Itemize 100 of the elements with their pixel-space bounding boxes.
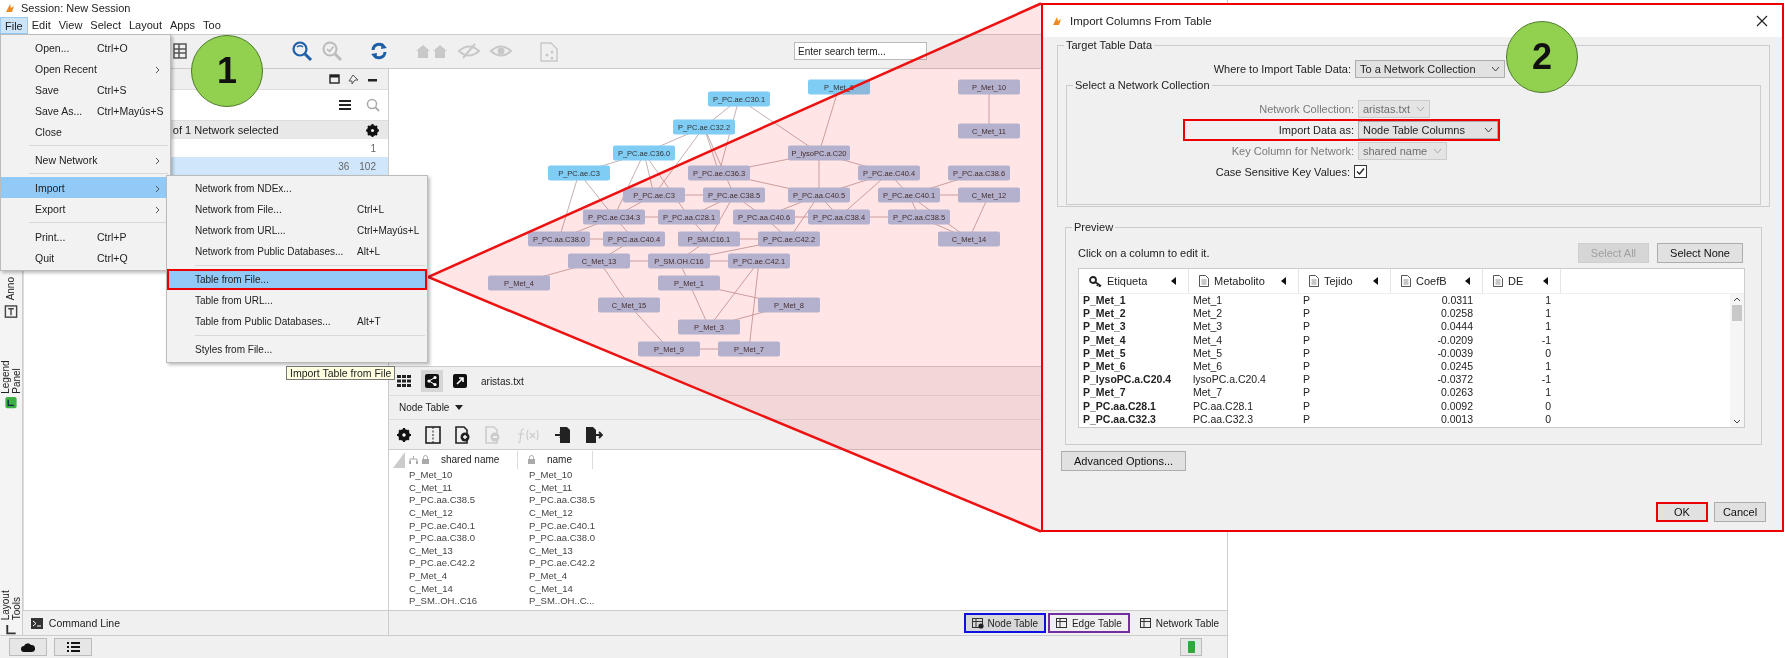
network-view-button[interactable] [421, 370, 443, 393]
table-tab[interactable]: Node Table [963, 613, 1046, 634]
settings-icon[interactable] [397, 427, 411, 442]
menu-bar-item[interactable]: View [54, 16, 87, 34]
column-header[interactable]: Tejido [1299, 269, 1391, 293]
close-icon[interactable] [1756, 15, 1768, 27]
column-header[interactable]: Etiqueta [1079, 269, 1189, 293]
cloud-button[interactable] [9, 638, 47, 657]
table-cell-text: P [1302, 307, 1311, 321]
menu-item[interactable]: Network from URL... Ctrl+Mayús+L [167, 220, 427, 241]
table-cell-text: P_Met_2 [1082, 307, 1127, 321]
caret-icon [1484, 126, 1493, 133]
task-list-button[interactable] [54, 638, 92, 657]
column-header[interactable]: shared name [409, 450, 518, 469]
column-header[interactable]: Metabolito [1189, 269, 1299, 293]
menu-item[interactable]: Table from URL... [167, 290, 427, 311]
document-icon [1401, 275, 1411, 287]
menu-bar-item[interactable]: Apps [165, 16, 200, 34]
advanced-options-button[interactable]: Advanced Options... [1061, 451, 1187, 471]
menu-item[interactable]: Network from File... Ctrl+L [167, 199, 427, 220]
command-line-tab[interactable]: Command Line [48, 617, 121, 630]
table-selector[interactable]: Node Table [399, 402, 450, 414]
dialog-button[interactable]: OK [1656, 502, 1708, 522]
add-column-icon[interactable] [455, 425, 471, 444]
table-cell-text: C_Met_13 [408, 544, 454, 558]
table-cell-text: P_PC.ae.C40.1 [408, 519, 476, 533]
chevron-right-icon [155, 157, 160, 165]
side-tab[interactable]: Legend Panel [0, 335, 22, 394]
caret-icon[interactable] [455, 404, 464, 411]
menu-item[interactable]: Network from NDEx... [167, 178, 427, 199]
table-cell-text: 0.0258 [1439, 307, 1474, 321]
dropdown[interactable]: Node Table Columns [1358, 120, 1498, 139]
expand-arrow-icon [453, 374, 467, 389]
table-cell-text: -0.0039 [1436, 346, 1474, 360]
export-table-icon[interactable] [585, 425, 603, 444]
refresh-icon[interactable] [369, 41, 389, 62]
menu-item[interactable]: Quit Ctrl+Q [1, 247, 170, 268]
column-header[interactable]: CoefB [1391, 269, 1483, 293]
menu-item[interactable]: Open... Ctrl+O [1, 37, 170, 58]
menu-bar-item[interactable]: Select [86, 16, 125, 34]
memory-button[interactable] [1180, 638, 1202, 657]
table-cell-text: C_Met_12 [408, 507, 454, 520]
caret-left-icon [1373, 277, 1378, 285]
table-icon[interactable] [172, 42, 188, 61]
terminal-icon[interactable] [30, 617, 43, 629]
caret-icon [1491, 65, 1500, 72]
side-tab[interactable]: Anno [5, 277, 17, 301]
menu-bar-item[interactable]: File [0, 16, 28, 34]
table-icon [1139, 617, 1152, 629]
legend-tab-icon[interactable] [4, 397, 17, 409]
table-cell-text: lysoPC.a.C20.4 [1192, 373, 1267, 387]
layout-tab-icon[interactable] [4, 624, 17, 636]
search-field[interactable]: Enter search term... [794, 42, 927, 61]
table-cell-text: -0.0209 [1436, 333, 1474, 347]
select-button[interactable]: Select None [1657, 243, 1743, 263]
menu-bar-item[interactable]: Edit [27, 16, 55, 34]
zoom-check-icon[interactable] [321, 40, 343, 63]
annotation-tab-icon[interactable] [3, 304, 18, 318]
zoom-selected-icon[interactable] [291, 40, 313, 63]
table-cell-text: P_SM..OH..C... [529, 595, 596, 608]
table-tab[interactable]: Network Table [1131, 613, 1227, 634]
checkbox[interactable] [1354, 165, 1367, 178]
scroll-thumb[interactable] [1732, 305, 1742, 321]
side-tab[interactable]: Layout Tools [0, 567, 22, 621]
menu-item[interactable]: Print... Ctrl+P [1, 226, 170, 247]
import-table-icon[interactable] [555, 425, 571, 444]
list-icon [66, 642, 80, 653]
dialog-button[interactable]: Cancel [1714, 502, 1766, 522]
pin-icon[interactable] [348, 73, 359, 85]
app-logo-icon [1051, 15, 1063, 27]
menu-icon[interactable] [338, 99, 352, 112]
hierarchy-icon [409, 455, 418, 464]
settings-icon[interactable] [366, 123, 379, 137]
menu-item[interactable]: Export [1, 198, 170, 219]
table-tab[interactable]: Edge Table [1047, 613, 1130, 634]
scrollbar[interactable] [1730, 294, 1744, 427]
menu-item[interactable]: Close [1, 121, 170, 142]
columns-icon[interactable] [425, 425, 441, 444]
menu-bar-item[interactable]: Layout [124, 16, 166, 34]
hover-tooltip: Import Table from File [286, 366, 396, 380]
menu-item[interactable]: Table from Public Databases... Alt+T [167, 311, 427, 332]
table-cell-text: P [1302, 399, 1311, 413]
table-cell-text: P_Met_4 [408, 570, 449, 583]
table-cell-text: P [1302, 294, 1311, 308]
window-icon[interactable] [329, 74, 340, 85]
table-cell-text: P_PC.aa.C38.5 [529, 494, 596, 508]
menu-item[interactable]: Table from File... [167, 269, 427, 290]
table-cell-text: P_PC.aa.C38.5 [408, 494, 476, 508]
menu-item[interactable]: Open Recent [1, 58, 170, 79]
menu-bar-item[interactable]: Too [199, 16, 225, 34]
column-header[interactable]: name [522, 450, 593, 469]
menu-item[interactable]: Save Ctrl+S [1, 79, 170, 100]
menu-item[interactable]: Styles from File... [167, 339, 427, 360]
table-cell-text: -1 [1540, 333, 1552, 347]
table-cell-text: P [1302, 412, 1311, 426]
column-header[interactable]: DE [1483, 269, 1561, 293]
share-icon [425, 374, 439, 389]
dropdown[interactable]: To a Network Collection [1355, 59, 1505, 78]
menu-item[interactable]: Network from Public Databases... Alt+L [167, 241, 427, 262]
menu-item[interactable]: Save As... Ctrl+Mayús+S [1, 100, 170, 121]
